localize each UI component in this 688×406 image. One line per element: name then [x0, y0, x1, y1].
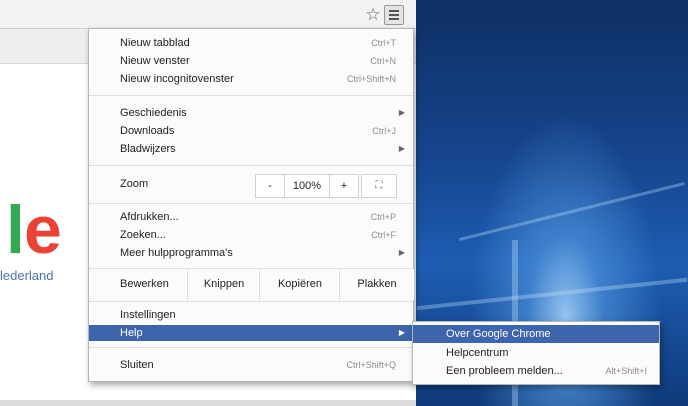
menu-item-label: Downloads: [120, 125, 175, 137]
submenu-item-about-chrome[interactable]: Over Google Chrome: [413, 325, 659, 343]
menu-item-label: Sluiten: [120, 359, 154, 371]
submenu-item-report-issue[interactable]: Een probleem melden... Alt+Shift+I: [413, 362, 659, 380]
menu-item-bookmarks[interactable]: Bladwijzers ▶: [89, 141, 413, 157]
submenu-arrow-icon: ▶: [398, 144, 405, 153]
submenu-arrow-icon: ▶: [398, 328, 405, 337]
menu-item-new-incognito[interactable]: Nieuw incognitovenster Ctrl+Shift+N: [89, 71, 413, 87]
shortcut-label: Ctrl+P: [370, 212, 396, 222]
cut-button[interactable]: Knippen: [187, 269, 260, 300]
edit-row: Bewerken Knippen Kopiëren Plakken: [89, 269, 414, 301]
menu-separator: [89, 347, 413, 348]
menu-item-label: Afdrukken...: [120, 211, 179, 223]
shortcut-label: Ctrl+Shift+N: [346, 74, 396, 84]
light-beam: [459, 181, 685, 242]
menu-item-downloads[interactable]: Downloads Ctrl+J: [89, 123, 413, 139]
submenu-item-label: Helpcentrum: [446, 347, 509, 359]
bookmark-star-icon[interactable]: ☆: [364, 6, 382, 24]
menu-item-label: Nieuw incognitovenster: [120, 73, 234, 85]
menu-item-label: Nieuw tabblad: [120, 37, 190, 49]
zoom-out-button[interactable]: -: [255, 174, 285, 198]
menu-item-label: Zoeken...: [120, 229, 166, 241]
menu-item-new-window[interactable]: Nieuw venster Ctrl+N: [89, 53, 413, 69]
submenu-arrow-icon: ▶: [398, 108, 405, 117]
submenu-arrow-icon: ▶: [398, 248, 405, 257]
shortcut-label: Ctrl+Shift+Q: [346, 360, 396, 370]
shortcut-label: Ctrl+F: [371, 230, 396, 240]
menu-item-label: Nieuw venster: [120, 55, 190, 67]
paste-button[interactable]: Plakken: [339, 269, 414, 300]
menu-item-exit[interactable]: Sluiten Ctrl+Shift+Q: [89, 357, 413, 373]
menu-item-settings[interactable]: Instellingen: [89, 307, 413, 323]
menu-separator: [89, 301, 413, 302]
help-submenu: Over Google Chrome Helpcentrum Een probl…: [412, 321, 660, 385]
menu-item-label: Instellingen: [120, 309, 176, 321]
menu-separator: [89, 203, 413, 204]
edit-label: Bewerken: [89, 269, 187, 300]
menu-separator: [89, 95, 413, 96]
zoom-row: Zoom - 100% + ⛶: [89, 170, 413, 200]
shortcut-label: Alt+Shift+I: [605, 366, 647, 376]
zoom-in-button[interactable]: +: [329, 174, 359, 198]
logo-subtitle: lederland: [0, 268, 54, 283]
menu-item-print[interactable]: Afdrukken... Ctrl+P: [89, 209, 413, 225]
menu-item-history[interactable]: Geschiedenis ▶: [89, 105, 413, 121]
chrome-menu: Nieuw tabblad Ctrl+T Nieuw venster Ctrl+…: [88, 28, 414, 382]
menu-item-label: Meer hulpprogramma's: [120, 247, 233, 259]
submenu-item-label: Een probleem melden...: [446, 365, 563, 377]
menu-item-find[interactable]: Zoeken... Ctrl+F: [89, 227, 413, 243]
submenu-item-label: Over Google Chrome: [446, 328, 551, 340]
light-beam: [416, 277, 688, 311]
menu-item-label: Bladwijzers: [120, 143, 176, 155]
fullscreen-icon[interactable]: ⛶: [361, 174, 397, 198]
copy-button[interactable]: Kopiëren: [259, 269, 340, 300]
menu-item-more-tools[interactable]: Meer hulpprogramma's ▶: [89, 245, 413, 261]
zoom-level: 100%: [285, 174, 329, 198]
logo-letter-e: e: [24, 192, 62, 268]
shortcut-label: Ctrl+T: [371, 38, 396, 48]
menu-item-label: Geschiedenis: [120, 107, 187, 119]
menu-item-new-tab[interactable]: Nieuw tabblad Ctrl+T: [89, 35, 413, 51]
menu-separator: [89, 165, 413, 166]
zoom-label: Zoom: [120, 178, 149, 190]
menu-item-help[interactable]: Help ▶: [89, 325, 413, 341]
submenu-item-help-center[interactable]: Helpcentrum: [413, 344, 659, 362]
shortcut-label: Ctrl+J: [372, 126, 396, 136]
bottom-strip: [0, 400, 416, 406]
menu-item-label: Help: [120, 327, 143, 339]
browser-toolbar: ☆: [0, 0, 416, 29]
shortcut-label: Ctrl+N: [370, 56, 396, 66]
hamburger-menu-icon[interactable]: [384, 5, 404, 25]
logo-letter-l: l: [6, 192, 25, 268]
